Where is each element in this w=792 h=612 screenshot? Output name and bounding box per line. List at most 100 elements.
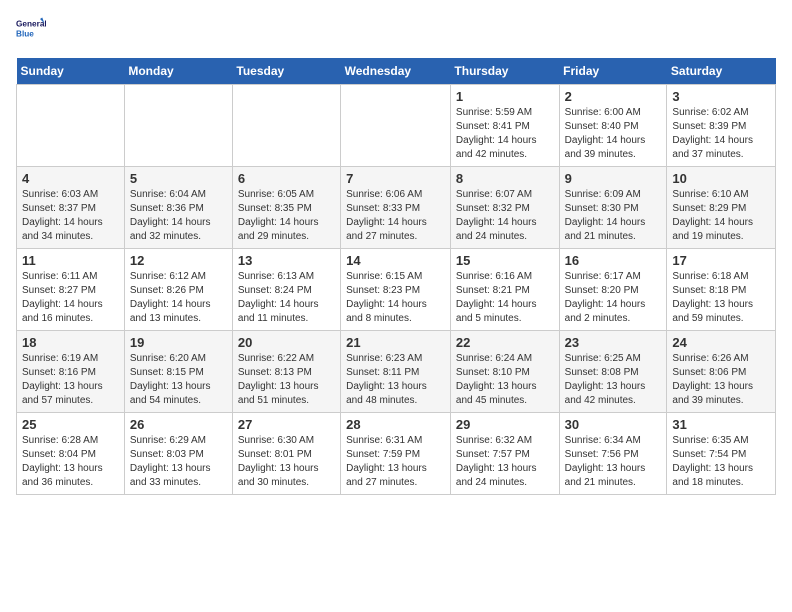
calendar-week-3: 11 Sunrise: 6:11 AM Sunset: 8:27 PM Dayli…	[17, 249, 776, 331]
day-info: Sunrise: 6:18 AM Sunset: 8:18 PM Dayligh…	[672, 270, 770, 326]
day-number: 23	[565, 335, 662, 350]
day-number: 5	[130, 171, 227, 186]
calendar-cell: 27 Sunrise: 6:30 AM Sunset: 8:01 PM Dayli…	[232, 413, 340, 495]
day-number: 12	[130, 253, 227, 268]
calendar-cell: 4 Sunrise: 6:03 AM Sunset: 8:37 PM Daylig…	[17, 167, 125, 249]
day-number: 24	[672, 335, 770, 350]
weekday-header-saturday: Saturday	[667, 58, 776, 85]
day-info: Sunrise: 6:12 AM Sunset: 8:26 PM Dayligh…	[130, 270, 227, 326]
day-info: Sunrise: 6:29 AM Sunset: 8:03 PM Dayligh…	[130, 434, 227, 490]
day-number: 11	[22, 253, 119, 268]
day-info: Sunrise: 6:10 AM Sunset: 8:29 PM Dayligh…	[672, 188, 770, 244]
day-number: 4	[22, 171, 119, 186]
day-info: Sunrise: 6:11 AM Sunset: 8:27 PM Dayligh…	[22, 270, 119, 326]
calendar-cell: 12 Sunrise: 6:12 AM Sunset: 8:26 PM Dayli…	[124, 249, 232, 331]
day-info: Sunrise: 6:22 AM Sunset: 8:13 PM Dayligh…	[238, 352, 335, 408]
day-number: 28	[346, 417, 445, 432]
day-info: Sunrise: 6:25 AM Sunset: 8:08 PM Dayligh…	[565, 352, 662, 408]
calendar-cell: 13 Sunrise: 6:13 AM Sunset: 8:24 PM Dayli…	[232, 249, 340, 331]
calendar-cell: 3 Sunrise: 6:02 AM Sunset: 8:39 PM Daylig…	[667, 85, 776, 167]
day-number: 1	[456, 89, 554, 104]
weekday-header-friday: Friday	[559, 58, 667, 85]
day-info: Sunrise: 6:05 AM Sunset: 8:35 PM Dayligh…	[238, 188, 335, 244]
day-number: 18	[22, 335, 119, 350]
calendar-cell: 7Sunrise: 6:06 AM Sunset: 8:33 PM Daylig…	[341, 167, 451, 249]
day-number: 21	[346, 335, 445, 350]
day-info: Sunrise: 6:28 AM Sunset: 8:04 PM Dayligh…	[22, 434, 119, 490]
calendar-cell: 30 Sunrise: 6:34 AM Sunset: 7:56 PM Dayli…	[559, 413, 667, 495]
weekday-header-monday: Monday	[124, 58, 232, 85]
day-info: Sunrise: 6:35 AM Sunset: 7:54 PM Dayligh…	[672, 434, 770, 490]
logo-icon: General Blue	[16, 16, 46, 46]
svg-text:Blue: Blue	[16, 29, 34, 38]
weekday-header-row: SundayMondayTuesdayWednesdayThursdayFrid…	[17, 58, 776, 85]
day-number: 22	[456, 335, 554, 350]
calendar-cell: 28 Sunrise: 6:31 AM Sunset: 7:59 PM Dayli…	[341, 413, 451, 495]
day-info: Sunrise: 6:04 AM Sunset: 8:36 PM Dayligh…	[130, 188, 227, 244]
day-info: Sunrise: 6:16 AM Sunset: 8:21 PM Dayligh…	[456, 270, 554, 326]
calendar-cell: 26 Sunrise: 6:29 AM Sunset: 8:03 PM Dayli…	[124, 413, 232, 495]
day-number: 10	[672, 171, 770, 186]
calendar-cell: 20 Sunrise: 6:22 AM Sunset: 8:13 PM Dayli…	[232, 331, 340, 413]
calendar-week-2: 4 Sunrise: 6:03 AM Sunset: 8:37 PM Daylig…	[17, 167, 776, 249]
calendar-week-4: 18 Sunrise: 6:19 AM Sunset: 8:16 PM Dayli…	[17, 331, 776, 413]
day-info: Sunrise: 6:13 AM Sunset: 8:24 PM Dayligh…	[238, 270, 335, 326]
logo: General Blue	[16, 16, 46, 46]
calendar-week-1: 1 Sunrise: 5:59 AM Sunset: 8:41 PM Daylig…	[17, 85, 776, 167]
calendar-cell: 31 Sunrise: 6:35 AM Sunset: 7:54 PM Dayli…	[667, 413, 776, 495]
calendar-cell	[232, 85, 340, 167]
day-info: Sunrise: 6:23 AM Sunset: 8:11 PM Dayligh…	[346, 352, 445, 408]
calendar-table: SundayMondayTuesdayWednesdayThursdayFrid…	[16, 58, 776, 495]
calendar-cell: 23 Sunrise: 6:25 AM Sunset: 8:08 PM Dayli…	[559, 331, 667, 413]
day-number: 25	[22, 417, 119, 432]
day-number: 16	[565, 253, 662, 268]
calendar-cell: 21 Sunrise: 6:23 AM Sunset: 8:11 PM Dayli…	[341, 331, 451, 413]
weekday-header-tuesday: Tuesday	[232, 58, 340, 85]
svg-text:General: General	[16, 20, 46, 29]
calendar-cell: 5 Sunrise: 6:04 AM Sunset: 8:36 PM Daylig…	[124, 167, 232, 249]
calendar-cell: 2Sunrise: 6:00 AM Sunset: 8:40 PM Daylig…	[559, 85, 667, 167]
calendar-cell	[124, 85, 232, 167]
calendar-week-5: 25 Sunrise: 6:28 AM Sunset: 8:04 PM Dayli…	[17, 413, 776, 495]
day-info: Sunrise: 5:59 AM Sunset: 8:41 PM Dayligh…	[456, 106, 554, 162]
calendar-cell: 29Sunrise: 6:32 AM Sunset: 7:57 PM Dayli…	[450, 413, 559, 495]
calendar-cell: 16Sunrise: 6:17 AM Sunset: 8:20 PM Dayli…	[559, 249, 667, 331]
day-number: 13	[238, 253, 335, 268]
day-info: Sunrise: 6:00 AM Sunset: 8:40 PM Dayligh…	[565, 106, 662, 162]
day-number: 9	[565, 171, 662, 186]
day-info: Sunrise: 6:19 AM Sunset: 8:16 PM Dayligh…	[22, 352, 119, 408]
calendar-cell: 24 Sunrise: 6:26 AM Sunset: 8:06 PM Dayli…	[667, 331, 776, 413]
day-number: 30	[565, 417, 662, 432]
day-info: Sunrise: 6:34 AM Sunset: 7:56 PM Dayligh…	[565, 434, 662, 490]
day-number: 17	[672, 253, 770, 268]
day-info: Sunrise: 6:03 AM Sunset: 8:37 PM Dayligh…	[22, 188, 119, 244]
day-number: 6	[238, 171, 335, 186]
day-info: Sunrise: 6:30 AM Sunset: 8:01 PM Dayligh…	[238, 434, 335, 490]
calendar-cell: 10 Sunrise: 6:10 AM Sunset: 8:29 PM Dayli…	[667, 167, 776, 249]
day-info: Sunrise: 6:26 AM Sunset: 8:06 PM Dayligh…	[672, 352, 770, 408]
day-info: Sunrise: 6:07 AM Sunset: 8:32 PM Dayligh…	[456, 188, 554, 244]
day-number: 27	[238, 417, 335, 432]
calendar-cell: 9Sunrise: 6:09 AM Sunset: 8:30 PM Daylig…	[559, 167, 667, 249]
calendar-cell: 25 Sunrise: 6:28 AM Sunset: 8:04 PM Dayli…	[17, 413, 125, 495]
day-number: 3	[672, 89, 770, 104]
day-info: Sunrise: 6:20 AM Sunset: 8:15 PM Dayligh…	[130, 352, 227, 408]
calendar-cell: 22 Sunrise: 6:24 AM Sunset: 8:10 PM Dayli…	[450, 331, 559, 413]
day-info: Sunrise: 6:31 AM Sunset: 7:59 PM Dayligh…	[346, 434, 445, 490]
day-number: 29	[456, 417, 554, 432]
day-info: Sunrise: 6:06 AM Sunset: 8:33 PM Dayligh…	[346, 188, 445, 244]
day-number: 31	[672, 417, 770, 432]
calendar-cell: 1 Sunrise: 5:59 AM Sunset: 8:41 PM Daylig…	[450, 85, 559, 167]
weekday-header-sunday: Sunday	[17, 58, 125, 85]
day-number: 15	[456, 253, 554, 268]
calendar-cell: 17 Sunrise: 6:18 AM Sunset: 8:18 PM Dayli…	[667, 249, 776, 331]
calendar-cell: 11 Sunrise: 6:11 AM Sunset: 8:27 PM Dayli…	[17, 249, 125, 331]
day-number: 26	[130, 417, 227, 432]
day-number: 14	[346, 253, 445, 268]
calendar-cell	[341, 85, 451, 167]
day-number: 20	[238, 335, 335, 350]
calendar-cell: 18 Sunrise: 6:19 AM Sunset: 8:16 PM Dayli…	[17, 331, 125, 413]
day-number: 8	[456, 171, 554, 186]
day-info: Sunrise: 6:02 AM Sunset: 8:39 PM Dayligh…	[672, 106, 770, 162]
day-info: Sunrise: 6:24 AM Sunset: 8:10 PM Dayligh…	[456, 352, 554, 408]
